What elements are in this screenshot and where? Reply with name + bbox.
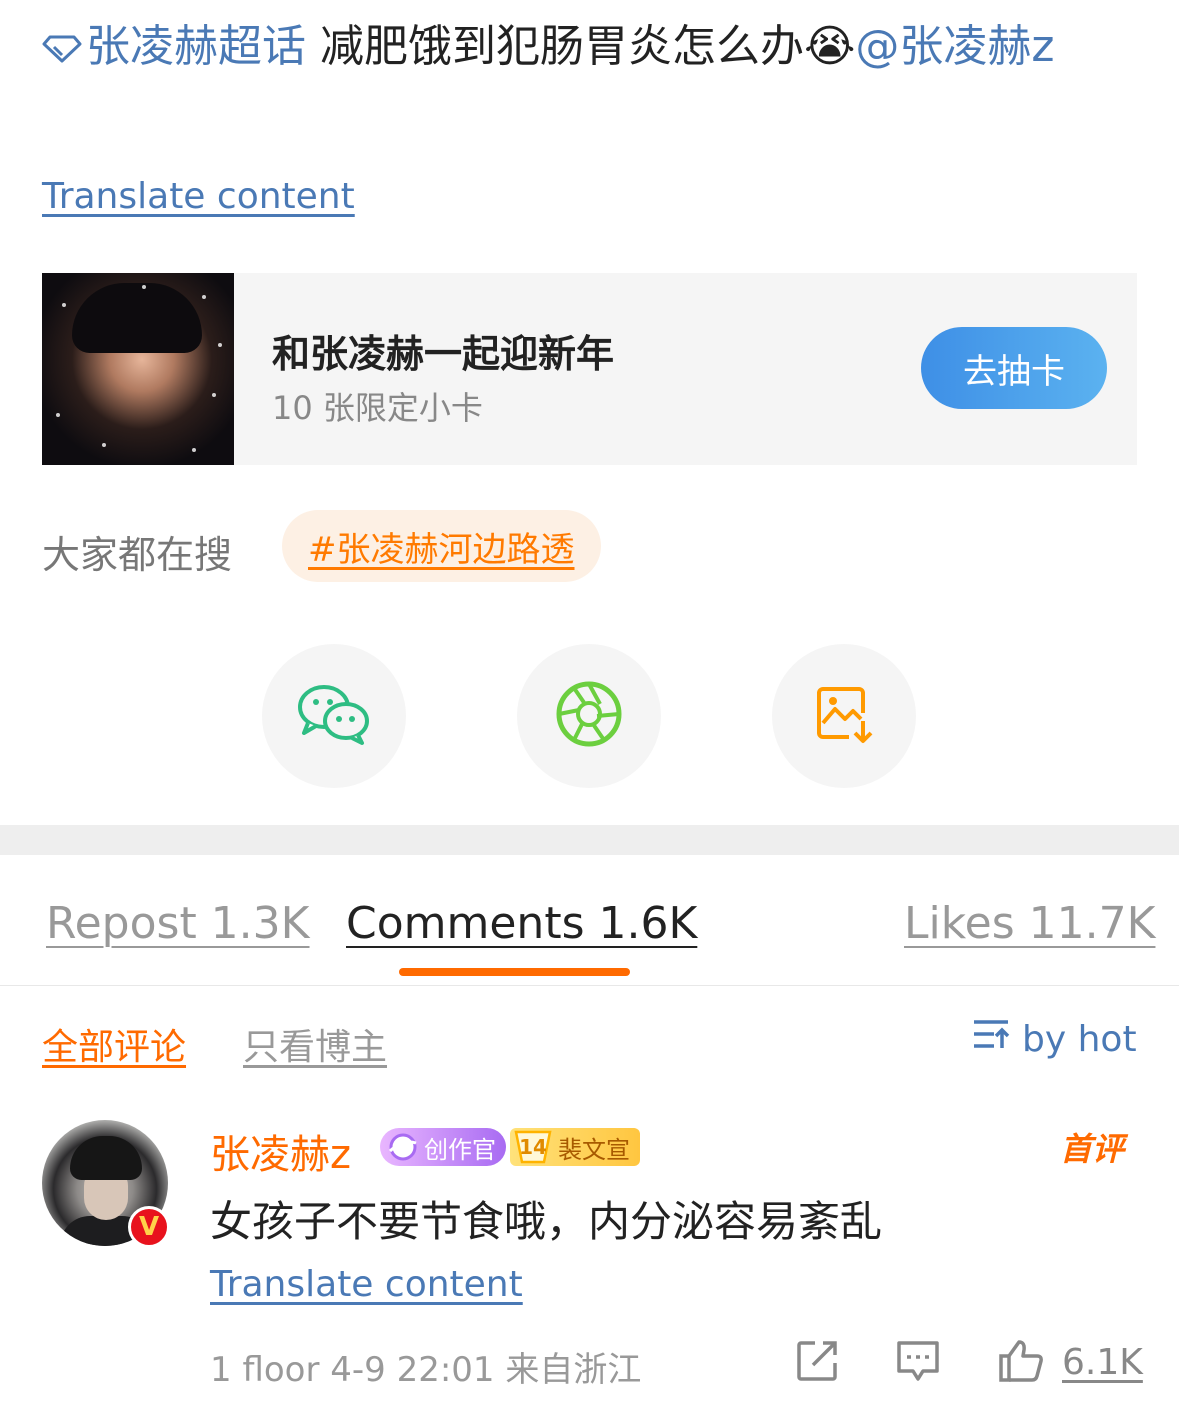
creator-badge-icon	[386, 1131, 420, 1169]
commenter-name[interactable]: 张凌赫z	[210, 1122, 351, 1180]
tab-comments[interactable]: Comments 1.6K	[346, 898, 697, 949]
comment-meta: 1 floor 4-9 22:01 来自浙江	[210, 1350, 642, 1390]
post-body: 减肥饿到犯肠胃炎怎么办	[306, 21, 804, 72]
tab-repost[interactable]: Repost 1.3K	[46, 898, 310, 949]
filter-author-only[interactable]: 只看博主	[243, 1018, 387, 1070]
trending-label: 大家都在搜	[42, 533, 233, 577]
save-image-icon	[813, 683, 875, 749]
comment-icon	[895, 1339, 941, 1387]
comment-text: 女孩子不要节食哦，内分泌容易紊乱	[210, 1197, 883, 1246]
share-wechat-button[interactable]	[262, 644, 406, 788]
tab-bar-border	[0, 985, 1179, 986]
diamond-icon	[42, 16, 82, 82]
fan-level-badge[interactable]: 14 裴文宣	[510, 1128, 640, 1166]
translate-content-link[interactable]: Translate content	[42, 176, 355, 217]
thumbs-up-icon	[997, 1338, 1045, 1388]
supertopic-link[interactable]: 张凌赫超话	[86, 21, 306, 72]
active-tab-indicator	[399, 968, 630, 976]
mention-link[interactable]: @张凌赫z	[855, 21, 1054, 72]
crying-emoji: 😭	[804, 21, 856, 72]
share-icon	[795, 1339, 839, 1387]
section-divider	[0, 825, 1179, 855]
share-moments-button[interactable]	[517, 644, 661, 788]
card-subtitle: 10 张限定小卡	[272, 389, 483, 427]
save-image-button[interactable]	[772, 644, 916, 788]
share-comment-button[interactable]	[792, 1338, 842, 1388]
wechat-icon	[296, 683, 372, 749]
draw-card-button[interactable]: 去抽卡	[921, 327, 1107, 409]
card-title: 和张凌赫一起迎新年	[272, 332, 615, 376]
first-comment-label: 首评	[1060, 1130, 1125, 1168]
fan-level-number: 14	[519, 1135, 547, 1159]
trending-tag-chip[interactable]: #张凌赫河边路透	[282, 510, 601, 582]
filter-all-comments[interactable]: 全部评论	[42, 1018, 186, 1070]
comment-like-count[interactable]: 6.1K	[1062, 1342, 1143, 1383]
post-text: 张凌赫超话 减肥饿到犯肠胃炎怎么办😭@张凌赫z	[42, 14, 1142, 82]
card-thumbnail	[42, 273, 234, 465]
comment-translate-link[interactable]: Translate content	[210, 1264, 523, 1305]
creator-badge-label: 创作官	[424, 1135, 496, 1164]
reply-comment-button[interactable]	[893, 1338, 943, 1388]
sort-by-hot-button[interactable]: by hot	[972, 1018, 1137, 1061]
fan-level-icon: 14	[512, 1128, 554, 1166]
creator-badge[interactable]: 创作官	[380, 1128, 506, 1166]
like-comment-button[interactable]	[996, 1338, 1046, 1388]
sort-label: by hot	[1022, 1019, 1137, 1060]
promo-card[interactable]: 和张凌赫一起迎新年 10 张限定小卡 去抽卡	[42, 273, 1137, 465]
tab-likes[interactable]: Likes 11.7K	[904, 898, 1155, 949]
sort-icon	[972, 1018, 1012, 1061]
fan-level-name: 裴文宣	[558, 1135, 630, 1164]
moments-icon	[555, 680, 623, 752]
verified-badge: V	[128, 1206, 170, 1248]
